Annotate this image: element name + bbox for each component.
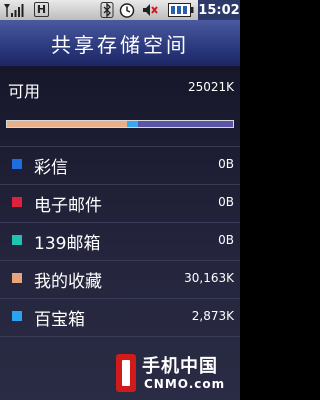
list-item-value: 30,163K bbox=[184, 271, 234, 285]
available-label: 可用 bbox=[8, 82, 41, 101]
list-item-value: 0B bbox=[218, 233, 234, 247]
color-swatch bbox=[12, 197, 22, 207]
watermark-cn-text: 手机中国 bbox=[142, 356, 218, 377]
list-item-value: 2,873K bbox=[191, 309, 234, 323]
storage-usage-bar bbox=[6, 120, 234, 128]
list-item-label: 电子邮件 bbox=[34, 196, 102, 216]
usage-bar-segment-toolbox bbox=[126, 121, 139, 127]
hsdpa-indicator: H bbox=[34, 2, 49, 17]
status-time: 15:02 bbox=[198, 0, 240, 20]
list-item-label: 彩信 bbox=[34, 158, 68, 178]
list-item-value: 0B bbox=[218, 157, 234, 171]
list-item-label: 139邮箱 bbox=[34, 234, 101, 254]
color-swatch bbox=[12, 273, 22, 283]
status-bar: H 15:02 bbox=[0, 0, 240, 20]
list-item-mms[interactable]: 彩信 0B bbox=[0, 147, 240, 183]
alarm-clock-icon bbox=[119, 2, 135, 18]
page-title: 共享存储空间 bbox=[0, 20, 240, 66]
list-item-139-mailbox[interactable]: 139邮箱 0B bbox=[0, 223, 240, 259]
list-item-my-favorites[interactable]: 我的收藏 30,163K bbox=[0, 261, 240, 297]
cnmo-watermark: 手机中国 CNMO.com bbox=[112, 350, 240, 398]
list-item-label: 我的收藏 bbox=[34, 272, 102, 292]
signal-strength-icon bbox=[2, 2, 26, 18]
list-item-toolbox[interactable]: 百宝箱 2,873K bbox=[0, 299, 240, 335]
list-item-email[interactable]: 电子邮件 0B bbox=[0, 185, 240, 221]
bluetooth-icon bbox=[100, 2, 114, 18]
color-swatch bbox=[12, 235, 22, 245]
silent-mode-icon bbox=[142, 2, 158, 18]
list-item-value: 0B bbox=[218, 195, 234, 209]
color-swatch bbox=[12, 311, 22, 321]
battery-icon bbox=[168, 2, 194, 18]
color-swatch bbox=[12, 159, 22, 169]
watermark-en-text: CNMO.com bbox=[144, 377, 226, 391]
available-value: 25021K bbox=[187, 80, 234, 94]
cnmo-logo-mark bbox=[116, 354, 136, 392]
list-item-label: 百宝箱 bbox=[34, 310, 85, 330]
divider bbox=[0, 336, 240, 337]
usage-bar-segment-collections bbox=[7, 121, 127, 127]
